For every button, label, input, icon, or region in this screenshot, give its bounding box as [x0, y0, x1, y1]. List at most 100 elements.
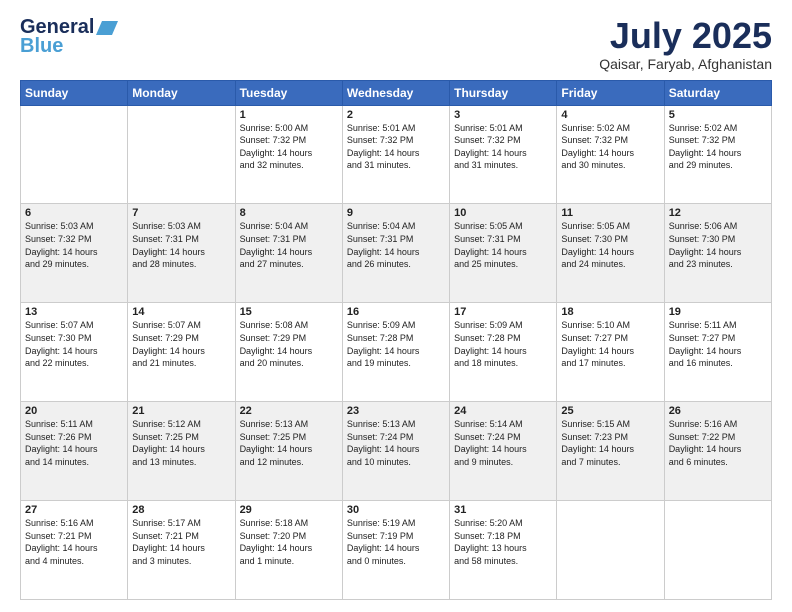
day-number: 10 [454, 207, 552, 219]
day-info: Sunrise: 5:13 AM Sunset: 7:24 PM Dayligh… [347, 418, 445, 468]
calendar-cell: 23Sunrise: 5:13 AM Sunset: 7:24 PM Dayli… [342, 402, 449, 501]
day-number: 21 [132, 405, 230, 417]
calendar-cell: 26Sunrise: 5:16 AM Sunset: 7:22 PM Dayli… [664, 402, 771, 501]
day-number: 24 [454, 405, 552, 417]
day-info: Sunrise: 5:05 AM Sunset: 7:31 PM Dayligh… [454, 220, 552, 270]
logo: General Blue [20, 16, 118, 58]
day-number: 22 [240, 405, 338, 417]
day-info: Sunrise: 5:01 AM Sunset: 7:32 PM Dayligh… [347, 122, 445, 172]
day-number: 27 [25, 504, 123, 516]
day-number: 19 [669, 306, 767, 318]
weekday-header-wednesday: Wednesday [342, 80, 449, 105]
calendar-cell: 8Sunrise: 5:04 AM Sunset: 7:31 PM Daylig… [235, 204, 342, 303]
calendar-week-row: 6Sunrise: 5:03 AM Sunset: 7:32 PM Daylig… [21, 204, 772, 303]
calendar-cell: 1Sunrise: 5:00 AM Sunset: 7:32 PM Daylig… [235, 105, 342, 204]
calendar-week-row: 13Sunrise: 5:07 AM Sunset: 7:30 PM Dayli… [21, 303, 772, 402]
calendar-cell: 11Sunrise: 5:05 AM Sunset: 7:30 PM Dayli… [557, 204, 664, 303]
day-number: 14 [132, 306, 230, 318]
day-number: 7 [132, 207, 230, 219]
day-info: Sunrise: 5:12 AM Sunset: 7:25 PM Dayligh… [132, 418, 230, 468]
calendar-cell: 25Sunrise: 5:15 AM Sunset: 7:23 PM Dayli… [557, 402, 664, 501]
location-subtitle: Qaisar, Faryab, Afghanistan [599, 56, 772, 72]
calendar-cell: 20Sunrise: 5:11 AM Sunset: 7:26 PM Dayli… [21, 402, 128, 501]
calendar-cell: 5Sunrise: 5:02 AM Sunset: 7:32 PM Daylig… [664, 105, 771, 204]
calendar-week-row: 1Sunrise: 5:00 AM Sunset: 7:32 PM Daylig… [21, 105, 772, 204]
day-info: Sunrise: 5:06 AM Sunset: 7:30 PM Dayligh… [669, 220, 767, 270]
day-number: 20 [25, 405, 123, 417]
title-block: July 2025 Qaisar, Faryab, Afghanistan [599, 16, 772, 72]
day-number: 17 [454, 306, 552, 318]
day-info: Sunrise: 5:18 AM Sunset: 7:20 PM Dayligh… [240, 517, 338, 567]
calendar-body: 1Sunrise: 5:00 AM Sunset: 7:32 PM Daylig… [21, 105, 772, 599]
day-number: 23 [347, 405, 445, 417]
day-number: 18 [561, 306, 659, 318]
day-number: 5 [669, 109, 767, 121]
month-title: July 2025 [599, 16, 772, 56]
day-info: Sunrise: 5:11 AM Sunset: 7:27 PM Dayligh… [669, 319, 767, 369]
day-info: Sunrise: 5:03 AM Sunset: 7:31 PM Dayligh… [132, 220, 230, 270]
day-number: 15 [240, 306, 338, 318]
calendar-cell: 29Sunrise: 5:18 AM Sunset: 7:20 PM Dayli… [235, 501, 342, 600]
logo-blue: Blue [20, 35, 63, 58]
day-info: Sunrise: 5:04 AM Sunset: 7:31 PM Dayligh… [240, 220, 338, 270]
weekday-header-thursday: Thursday [450, 80, 557, 105]
day-info: Sunrise: 5:01 AM Sunset: 7:32 PM Dayligh… [454, 122, 552, 172]
day-number: 12 [669, 207, 767, 219]
day-info: Sunrise: 5:20 AM Sunset: 7:18 PM Dayligh… [454, 517, 552, 567]
day-info: Sunrise: 5:14 AM Sunset: 7:24 PM Dayligh… [454, 418, 552, 468]
logo-icon [96, 21, 118, 35]
day-number: 3 [454, 109, 552, 121]
day-info: Sunrise: 5:02 AM Sunset: 7:32 PM Dayligh… [561, 122, 659, 172]
day-info: Sunrise: 5:07 AM Sunset: 7:29 PM Dayligh… [132, 319, 230, 369]
day-info: Sunrise: 5:19 AM Sunset: 7:19 PM Dayligh… [347, 517, 445, 567]
day-number: 26 [669, 405, 767, 417]
day-info: Sunrise: 5:05 AM Sunset: 7:30 PM Dayligh… [561, 220, 659, 270]
day-number: 9 [347, 207, 445, 219]
weekday-header-sunday: Sunday [21, 80, 128, 105]
weekday-header-row: SundayMondayTuesdayWednesdayThursdayFrid… [21, 80, 772, 105]
calendar-cell: 18Sunrise: 5:10 AM Sunset: 7:27 PM Dayli… [557, 303, 664, 402]
calendar-cell: 28Sunrise: 5:17 AM Sunset: 7:21 PM Dayli… [128, 501, 235, 600]
calendar-cell: 30Sunrise: 5:19 AM Sunset: 7:19 PM Dayli… [342, 501, 449, 600]
weekday-header-tuesday: Tuesday [235, 80, 342, 105]
day-info: Sunrise: 5:11 AM Sunset: 7:26 PM Dayligh… [25, 418, 123, 468]
day-number: 6 [25, 207, 123, 219]
calendar-cell: 24Sunrise: 5:14 AM Sunset: 7:24 PM Dayli… [450, 402, 557, 501]
day-info: Sunrise: 5:09 AM Sunset: 7:28 PM Dayligh… [347, 319, 445, 369]
day-info: Sunrise: 5:15 AM Sunset: 7:23 PM Dayligh… [561, 418, 659, 468]
day-info: Sunrise: 5:17 AM Sunset: 7:21 PM Dayligh… [132, 517, 230, 567]
day-info: Sunrise: 5:08 AM Sunset: 7:29 PM Dayligh… [240, 319, 338, 369]
day-number: 25 [561, 405, 659, 417]
day-number: 28 [132, 504, 230, 516]
calendar-cell [664, 501, 771, 600]
calendar-page: General Blue July 2025 Qaisar, Faryab, A… [0, 0, 792, 612]
calendar-week-row: 27Sunrise: 5:16 AM Sunset: 7:21 PM Dayli… [21, 501, 772, 600]
calendar-table: SundayMondayTuesdayWednesdayThursdayFrid… [20, 80, 772, 600]
calendar-cell: 4Sunrise: 5:02 AM Sunset: 7:32 PM Daylig… [557, 105, 664, 204]
day-number: 13 [25, 306, 123, 318]
day-number: 31 [454, 504, 552, 516]
calendar-cell: 31Sunrise: 5:20 AM Sunset: 7:18 PM Dayli… [450, 501, 557, 600]
calendar-cell: 7Sunrise: 5:03 AM Sunset: 7:31 PM Daylig… [128, 204, 235, 303]
calendar-cell: 14Sunrise: 5:07 AM Sunset: 7:29 PM Dayli… [128, 303, 235, 402]
day-number: 4 [561, 109, 659, 121]
calendar-cell: 13Sunrise: 5:07 AM Sunset: 7:30 PM Dayli… [21, 303, 128, 402]
calendar-week-row: 20Sunrise: 5:11 AM Sunset: 7:26 PM Dayli… [21, 402, 772, 501]
calendar-cell: 10Sunrise: 5:05 AM Sunset: 7:31 PM Dayli… [450, 204, 557, 303]
day-info: Sunrise: 5:03 AM Sunset: 7:32 PM Dayligh… [25, 220, 123, 270]
day-number: 1 [240, 109, 338, 121]
day-number: 11 [561, 207, 659, 219]
calendar-cell: 19Sunrise: 5:11 AM Sunset: 7:27 PM Dayli… [664, 303, 771, 402]
weekday-header-friday: Friday [557, 80, 664, 105]
calendar-cell [128, 105, 235, 204]
calendar-cell: 3Sunrise: 5:01 AM Sunset: 7:32 PM Daylig… [450, 105, 557, 204]
calendar-cell: 2Sunrise: 5:01 AM Sunset: 7:32 PM Daylig… [342, 105, 449, 204]
calendar-cell: 17Sunrise: 5:09 AM Sunset: 7:28 PM Dayli… [450, 303, 557, 402]
calendar-cell: 27Sunrise: 5:16 AM Sunset: 7:21 PM Dayli… [21, 501, 128, 600]
weekday-header-saturday: Saturday [664, 80, 771, 105]
day-info: Sunrise: 5:16 AM Sunset: 7:21 PM Dayligh… [25, 517, 123, 567]
day-number: 16 [347, 306, 445, 318]
day-number: 29 [240, 504, 338, 516]
calendar-cell: 9Sunrise: 5:04 AM Sunset: 7:31 PM Daylig… [342, 204, 449, 303]
day-number: 30 [347, 504, 445, 516]
